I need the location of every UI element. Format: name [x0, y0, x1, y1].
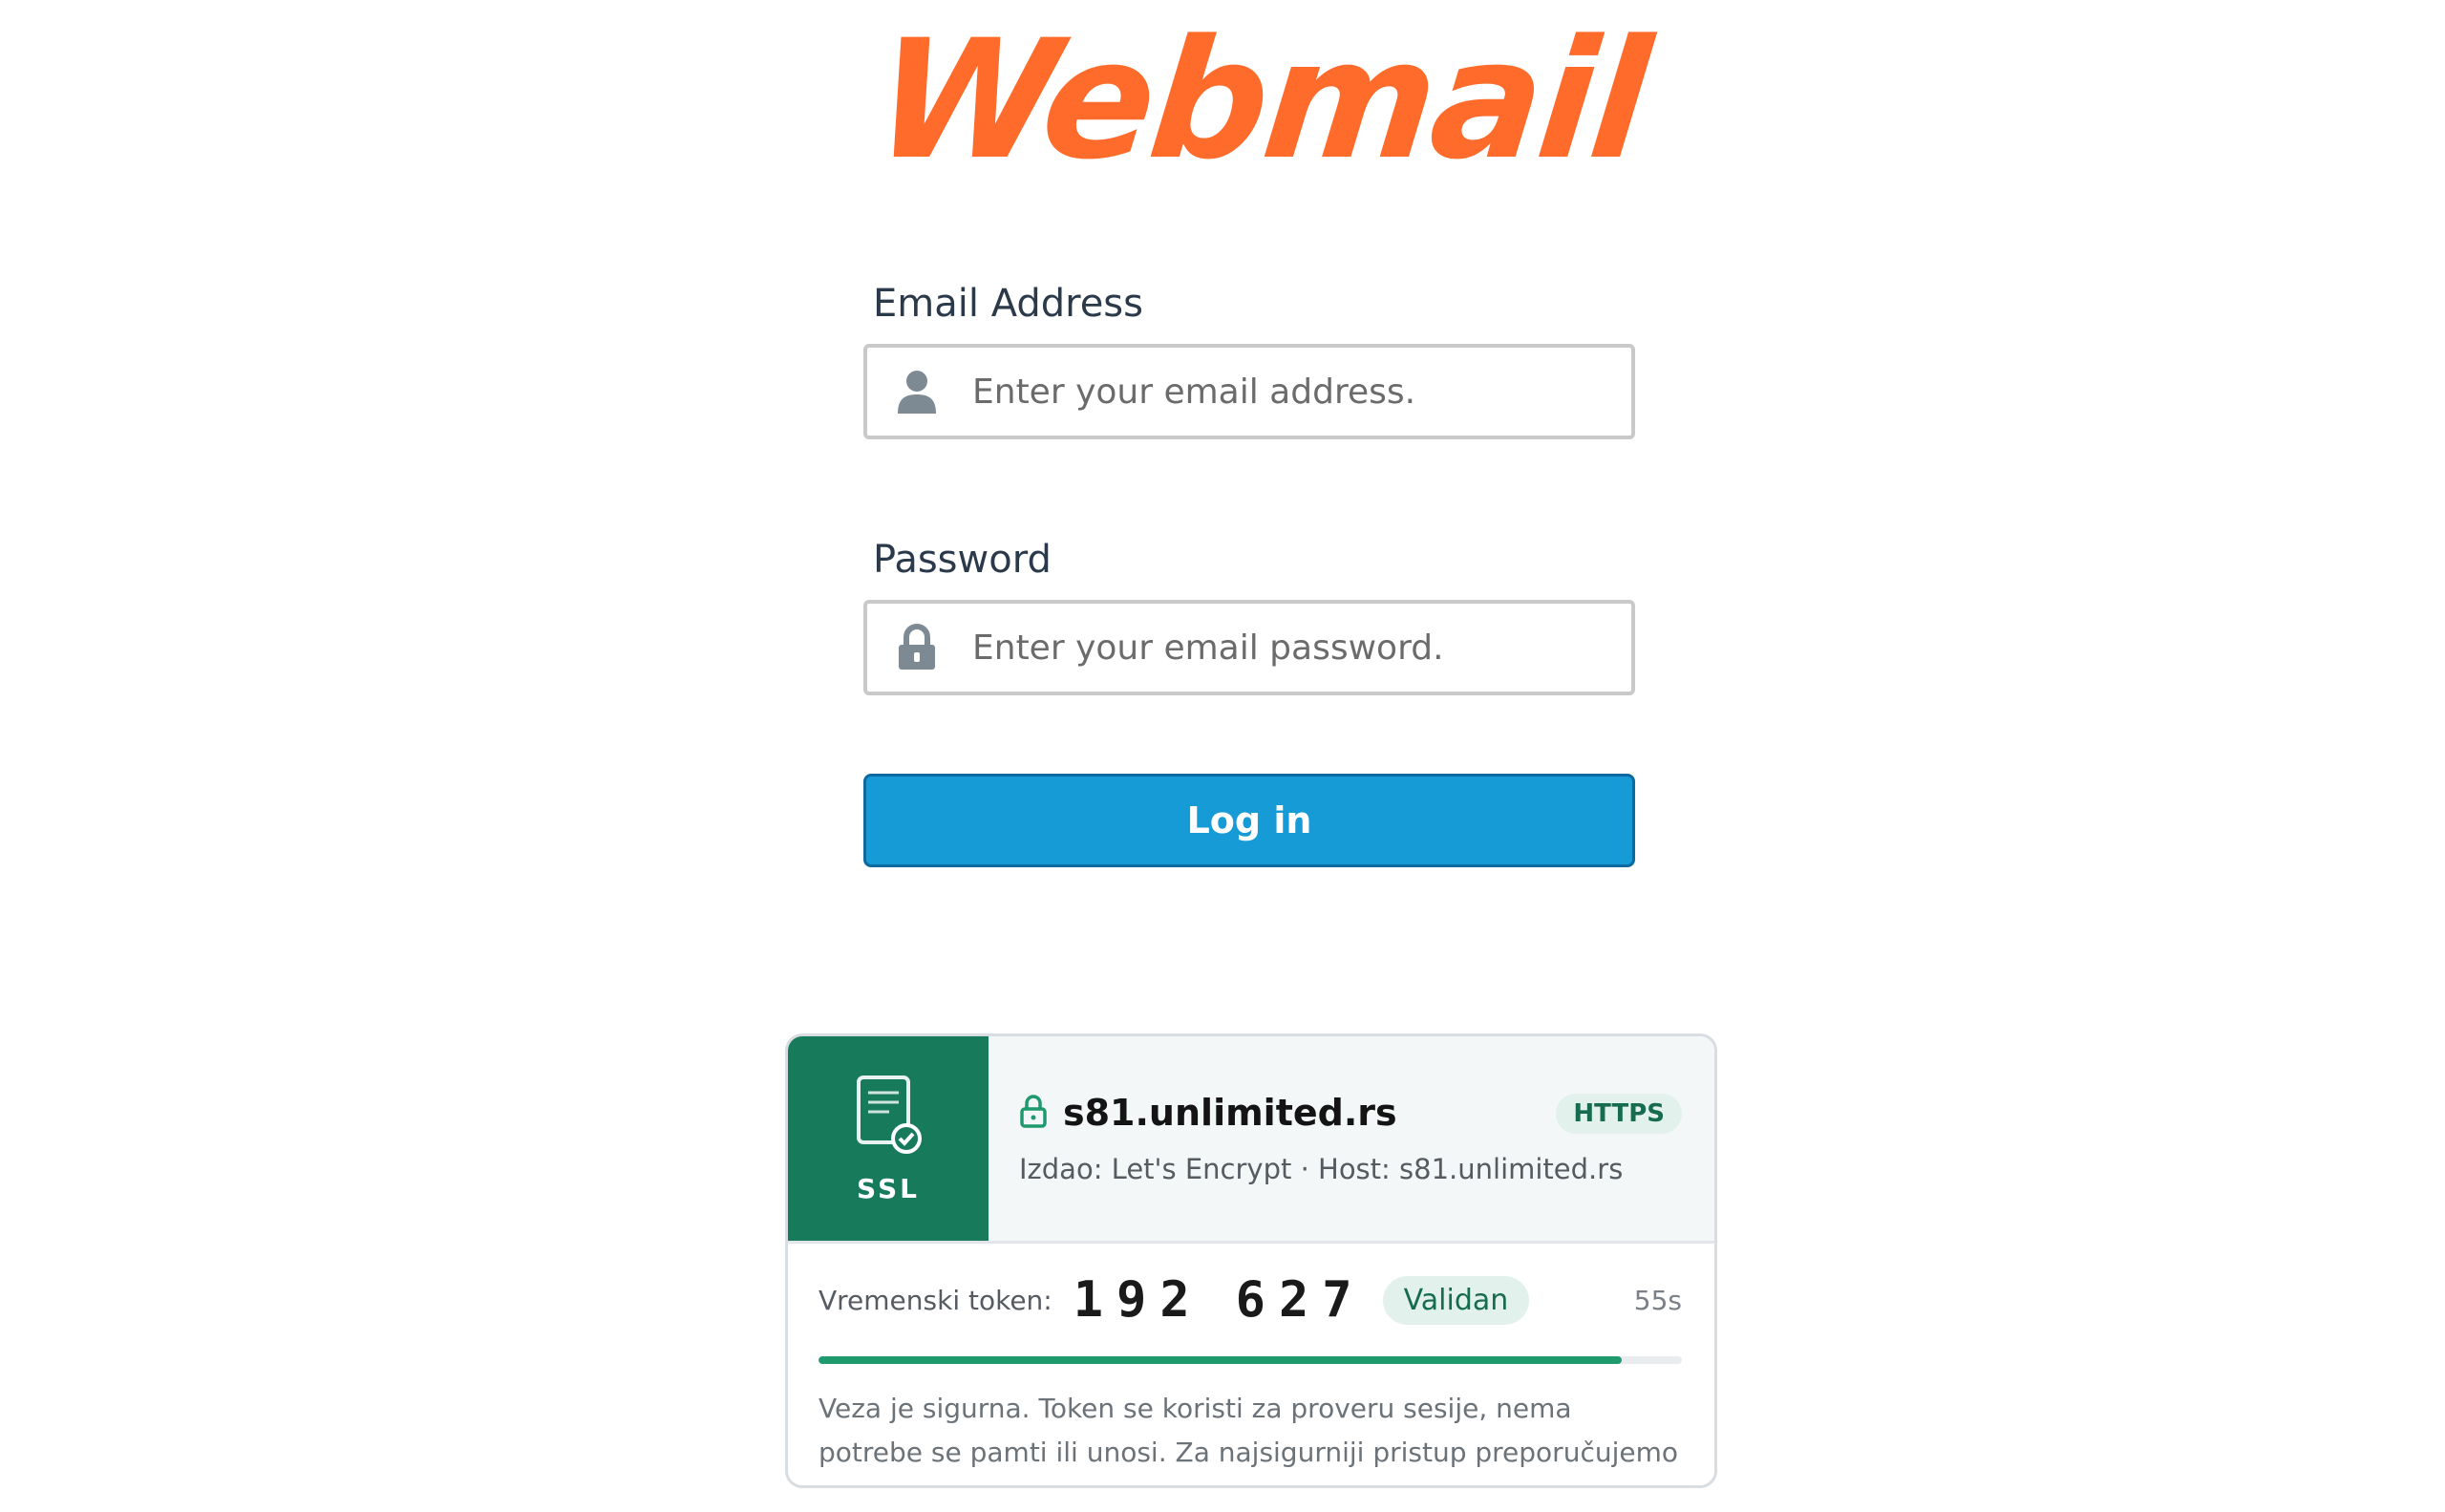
ssl-issuer-details: Izdao: Let's Encrypt · Host: s81.unlimit…	[1019, 1153, 1624, 1185]
ssl-hostname: s81.unlimited.rs	[1063, 1092, 1397, 1134]
security-note-text: Veza je sigurna. Token se koristi za pro…	[819, 1393, 1678, 1485]
padlock-icon	[1019, 1094, 1048, 1132]
user-icon	[867, 348, 967, 436]
password-block: Password	[863, 533, 1635, 695]
security-note-2fa: 2FA	[835, 1480, 889, 1485]
certificate-icon	[855, 1074, 922, 1160]
ssl-header: SSL s81.unlimited.rs HTTPS Izdao: Let's …	[788, 1036, 1714, 1244]
https-badge: HTTPS	[1556, 1094, 1682, 1134]
token-label: Vremenski token:	[819, 1284, 1052, 1316]
token-row: Vremenski token: 192 627 Validan 55s	[819, 1244, 1682, 1356]
ssl-badge: SSL	[788, 1036, 989, 1241]
ssl-info: s81.unlimited.rs HTTPS Izdao: Let's Encr…	[989, 1036, 1714, 1241]
password-field-box[interactable]	[863, 600, 1635, 695]
ssl-badge-label: SSL	[857, 1172, 920, 1204]
login-page: Webmail Email Address Password	[0, 0, 2445, 1512]
webmail-logo: Webmail	[866, 4, 1655, 196]
email-label: Email Address	[873, 282, 1143, 326]
token-value: 192 627	[1074, 1271, 1366, 1329]
token-part-1: 192	[1073, 1271, 1203, 1329]
login-form: Email Address Password	[863, 277, 1635, 867]
email-field-box[interactable]	[863, 344, 1635, 439]
token-progress-fill	[819, 1356, 1622, 1364]
token-progress-bar	[819, 1356, 1682, 1364]
ssl-card: SSL s81.unlimited.rs HTTPS Izdao: Let's …	[785, 1033, 1717, 1488]
token-countdown: 55s	[1633, 1284, 1682, 1316]
security-note: Veza je sigurna. Token se koristi za pro…	[819, 1387, 1682, 1485]
password-label: Password	[873, 538, 1052, 582]
security-note-end: .	[889, 1480, 898, 1485]
token-part-2: 627	[1235, 1271, 1366, 1329]
ssl-token-section: Vremenski token: 192 627 Validan 55s Veza…	[788, 1244, 1714, 1485]
email-input[interactable]	[967, 353, 1631, 430]
password-input[interactable]	[967, 609, 1631, 686]
login-button[interactable]: Log in	[863, 774, 1635, 867]
token-status-badge: Validan	[1382, 1275, 1530, 1325]
lock-icon	[867, 604, 967, 692]
